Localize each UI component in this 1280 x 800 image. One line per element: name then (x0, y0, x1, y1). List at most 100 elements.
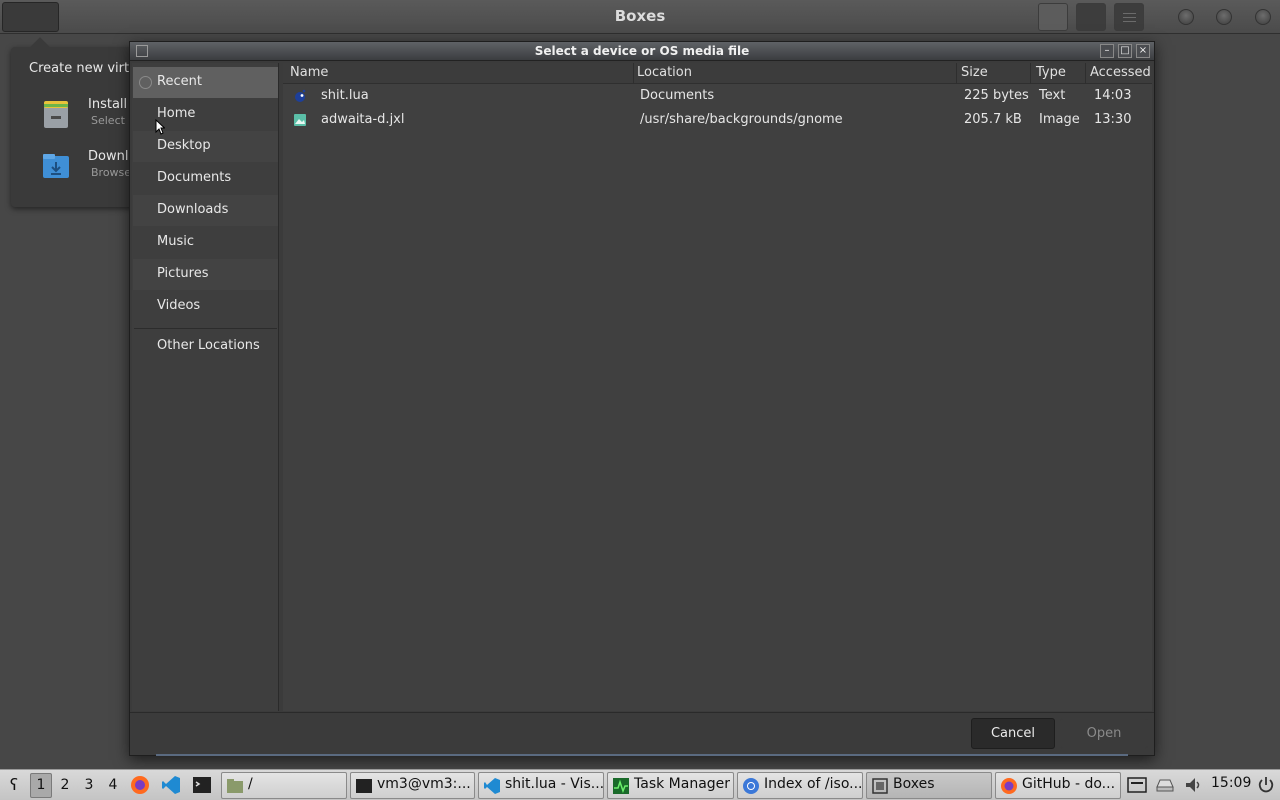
terminal-launcher-icon[interactable] (192, 775, 212, 795)
sidebar-item-videos[interactable]: Videos (133, 291, 278, 322)
sidebar-item-downloads[interactable]: Downloads (133, 195, 278, 226)
create-machine-popover: Create new virtu Install f Select a Down… (11, 37, 141, 207)
task-label: GitHub - do... (1022, 776, 1116, 792)
dialog-titlebar[interactable]: Select a device or OS media file – □ × (130, 42, 1154, 61)
dialog-minimize-button[interactable]: – (1100, 44, 1114, 58)
task-label: Index of /iso... (764, 776, 863, 792)
dialog-close-button[interactable]: × (1136, 44, 1150, 58)
lua-file-icon (295, 89, 306, 102)
dialog-footer: Cancel Open (130, 712, 1154, 755)
task-manager-icon (613, 778, 629, 794)
column-divider[interactable] (1030, 63, 1031, 84)
popover-title: Create new virtu (29, 61, 138, 76)
sidebar-item-label: Documents (157, 170, 232, 185)
column-divider[interactable] (1085, 63, 1086, 84)
maximize-window-button[interactable] (1216, 9, 1232, 25)
task-task-manager[interactable]: Task Manager (607, 772, 734, 799)
task-terminal[interactable]: vm3@vm3:... (350, 772, 475, 799)
sidebar-item-label: Videos (157, 298, 201, 313)
file-size: 225 bytes (964, 88, 1029, 103)
keyboard-layout-icon[interactable] (1127, 775, 1147, 795)
task-label: / (248, 776, 253, 792)
sidebar-item-pictures[interactable]: Pictures (133, 259, 278, 290)
download-folder-icon (43, 154, 69, 178)
open-button[interactable]: Open (1060, 718, 1148, 749)
file-name: adwaita-d.jxl (321, 112, 405, 127)
column-location[interactable]: Location (637, 65, 692, 80)
close-window-button[interactable] (1255, 9, 1271, 25)
boxes-header-bar: Boxes (0, 0, 1280, 34)
file-accessed: 14:03 (1094, 88, 1132, 103)
file-accessed: 13:30 (1094, 112, 1132, 127)
workspace-1[interactable]: 1 (30, 773, 52, 798)
sidebar-separator (134, 328, 277, 329)
menu-button[interactable] (1114, 3, 1144, 31)
sidebar-item-documents[interactable]: Documents (133, 163, 278, 194)
column-accessed[interactable]: Accessed (1090, 65, 1151, 80)
sidebar-item-label: Pictures (157, 266, 209, 281)
start-menu-icon[interactable]: ʕ (4, 775, 24, 795)
task-label: Boxes (893, 776, 935, 792)
volume-icon[interactable] (1183, 775, 1203, 795)
file-list: Name Location Size Type Accessed shit.lu… (283, 63, 1152, 711)
clock-icon (139, 76, 152, 89)
dialog-maximize-button[interactable]: □ (1118, 44, 1132, 58)
task-chromium[interactable]: Index of /iso... (737, 772, 863, 799)
dialog-resize-edge[interactable] (156, 754, 1128, 756)
boxes-icon (872, 778, 888, 794)
file-location: Documents (640, 88, 715, 103)
task-vscode[interactable]: shit.lua - Vis... (478, 772, 604, 799)
download-os-item[interactable]: Downlo Browse (11, 141, 141, 191)
drive-icon[interactable] (1155, 775, 1175, 795)
task-label: shit.lua - Vis... (505, 776, 604, 792)
sidebar-item-recent[interactable]: Recent (133, 67, 278, 98)
file-row[interactable]: adwaita-d.jxl /usr/share/backgrounds/gno… (283, 108, 1152, 132)
mouse-cursor-icon (155, 119, 165, 135)
sidebar-item-label: Downloads (157, 202, 229, 217)
file-name: shit.lua (321, 88, 369, 103)
search-button[interactable] (1038, 3, 1068, 31)
sidebar-item-desktop[interactable]: Desktop (133, 131, 278, 162)
workspace-2[interactable]: 2 (54, 773, 76, 798)
file-type: Image (1039, 112, 1080, 127)
workspace-3[interactable]: 3 (78, 773, 100, 798)
popover-arrow (30, 37, 50, 57)
file-row[interactable]: shit.lua Documents 225 bytes Text 14:03 (283, 84, 1152, 108)
selection-button[interactable] (1076, 3, 1106, 31)
dialog-title: Select a device or OS media file (534, 44, 750, 58)
sidebar-item-label: Desktop (157, 138, 211, 153)
popover-item-sub: Browse (91, 166, 132, 179)
image-file-icon (294, 114, 306, 126)
installer-icon (44, 101, 68, 128)
power-icon[interactable] (1256, 775, 1276, 795)
sidebar-item-other-locations[interactable]: Other Locations (133, 331, 278, 362)
sidebar-item-music[interactable]: Music (133, 227, 278, 258)
folder-icon (227, 779, 243, 793)
column-header-row: Name Location Size Type Accessed (283, 63, 1152, 84)
taskbar: ʕ 1 2 3 4 / vm3@vm3:... shit.lua - Vis..… (0, 769, 1280, 800)
column-name[interactable]: Name (290, 65, 328, 80)
vscode-icon (484, 778, 500, 794)
task-file-manager[interactable]: / (221, 772, 347, 799)
cancel-button[interactable]: Cancel (971, 718, 1055, 749)
firefox-icon (1001, 778, 1017, 794)
column-size[interactable]: Size (961, 65, 988, 80)
firefox-launcher-icon[interactable] (130, 775, 150, 795)
places-sidebar: Recent Home Desktop Documents Downloads … (132, 63, 279, 711)
minimize-window-button[interactable] (1178, 9, 1194, 25)
column-divider[interactable] (633, 63, 634, 84)
task-firefox[interactable]: GitHub - do... (995, 772, 1121, 799)
file-type: Text (1039, 88, 1066, 103)
task-boxes[interactable]: Boxes (866, 772, 992, 799)
clock[interactable]: 15:09 (1211, 775, 1251, 791)
sidebar-item-label: Other Locations (157, 338, 260, 353)
file-size: 205.7 kB (964, 112, 1022, 127)
column-type[interactable]: Type (1036, 65, 1066, 80)
workspace-4[interactable]: 4 (102, 773, 124, 798)
column-divider[interactable] (956, 63, 957, 84)
vscode-launcher-icon[interactable] (161, 775, 181, 795)
task-label: Task Manager (634, 776, 731, 792)
file-location: /usr/share/backgrounds/gnome (640, 112, 843, 127)
terminal-icon (356, 779, 372, 793)
install-from-file-item[interactable]: Install f Select a (11, 89, 141, 139)
